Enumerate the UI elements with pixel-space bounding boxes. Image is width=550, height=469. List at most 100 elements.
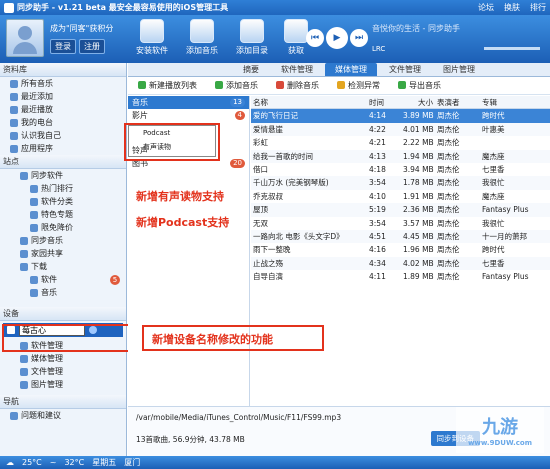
playlist-videos[interactable]: 影片 4: [128, 109, 249, 122]
prev-icon[interactable]: ⏮: [306, 29, 324, 47]
star-icon: [30, 210, 38, 219]
sidebar-item-recent-added[interactable]: 最近添加: [0, 90, 126, 103]
volume-slider[interactable]: [484, 47, 540, 50]
image-icon: [20, 380, 28, 389]
table-cell: 一路向北 电影《头文字D》: [253, 231, 344, 241]
table-row[interactable]: 爱情悬崖 4:22 4.01 MB 周杰伦 叶惠美: [251, 122, 550, 137]
table-cell: 4:11: [369, 272, 386, 282]
forum-link[interactable]: 论坛: [478, 2, 494, 13]
playlist-music[interactable]: 音乐 13: [128, 96, 249, 109]
table-cell: 爱的飞行日记: [253, 111, 298, 121]
table-row[interactable]: 借口 4:18 3.94 MB 周杰伦 七里香: [251, 163, 550, 176]
tab-summary[interactable]: 摘要: [233, 63, 269, 76]
table-row[interactable]: 彩虹 4:21 2.22 MB 周杰伦: [251, 136, 550, 149]
sidebar-item-device-photos[interactable]: 图片管理: [0, 378, 126, 391]
sidebar-item-about-me[interactable]: 认识我自己: [0, 129, 126, 142]
install-icon: [140, 19, 164, 43]
table-cell: 周杰伦: [437, 191, 460, 201]
sidebar-item-hot[interactable]: 热门排行: [0, 182, 126, 195]
table-cell: 1.89 MB: [403, 272, 434, 282]
title-bar: 同步助手 - v1.21 beta 最安全最容易使用的iOS管理工具 论坛 换肤…: [0, 0, 550, 15]
play-icon[interactable]: ▶: [326, 27, 348, 49]
sidebar-item-device-media[interactable]: 媒体管理: [0, 352, 126, 365]
next-icon[interactable]: ⏭: [350, 29, 368, 47]
nav-header: 导航: [0, 395, 126, 409]
sidebar-item-radio[interactable]: 我的电台: [0, 116, 126, 129]
install-app-button[interactable]: 安装软件: [132, 19, 172, 56]
radio-icon: [10, 118, 18, 127]
check-error-button[interactable]: 检测异常: [337, 80, 380, 91]
sidebar-item-free[interactable]: 限免降价: [0, 221, 126, 234]
skin-link[interactable]: 换肤: [504, 2, 520, 13]
add-music-top-button[interactable]: 添加音乐: [182, 19, 222, 56]
login-button[interactable]: 登录: [50, 39, 76, 54]
table-cell: 借口: [253, 164, 268, 174]
add-folder-button[interactable]: 添加目录: [232, 19, 272, 56]
sidebar-item-home-share[interactable]: 家园共享: [0, 247, 126, 260]
sidebar-item-category[interactable]: 软件分类: [0, 195, 126, 208]
folder-icon: [240, 19, 264, 43]
tab-media[interactable]: 媒体管理: [325, 63, 377, 76]
city-link[interactable]: 厦门: [124, 457, 140, 468]
new-playlist-button[interactable]: 新建播放列表: [138, 80, 197, 91]
table-cell: 4:22: [369, 124, 386, 134]
sidebar-item-downloads[interactable]: 下载: [0, 260, 126, 273]
table-cell: 七里香: [482, 164, 505, 174]
annotation-audiobook: 新增有声读物支持: [136, 190, 224, 203]
table-cell: 4:13: [369, 151, 386, 161]
table-row[interactable]: 止战之殇 4:34 4.02 MB 周杰伦 七里香: [251, 256, 550, 271]
sidebar-item-feedback[interactable]: 问题和建议: [0, 409, 126, 422]
tab-apps[interactable]: 软件管理: [271, 63, 323, 76]
lrc-toggle[interactable]: LRC: [372, 45, 385, 53]
table-row[interactable]: 乔克叔叔 4:10 1.91 MB 周杰伦 魔杰座: [251, 190, 550, 203]
table-cell: 十一月的萧邦: [482, 231, 527, 241]
table-row[interactable]: 爱的飞行日记 4:14 3.89 MB 周杰伦 跨时代: [251, 109, 550, 123]
export-music-button[interactable]: 导出音乐: [398, 80, 441, 91]
table-cell: 七里香: [482, 258, 505, 268]
table-cell: 3.94 MB: [403, 164, 434, 174]
register-button[interactable]: 注册: [79, 39, 105, 54]
sidebar-item-dl-software[interactable]: 软件 5: [0, 273, 126, 286]
table-cell: [482, 136, 550, 149]
table-row[interactable]: 屋顶 5:19 2.36 MB 周杰伦 Fantasy Plus: [251, 203, 550, 217]
check-icon: [337, 81, 345, 89]
table-row[interactable]: 给我一首歌的时间 4:13 1.94 MB 周杰伦 魔杰座: [251, 149, 550, 163]
table-row[interactable]: 雨下一整晚 4:16 1.96 MB 周杰伦 跨时代: [251, 243, 550, 256]
download-icon: [284, 19, 308, 43]
table-cell: 雨下一整晚: [253, 245, 291, 255]
user-greeting[interactable]: 成为"同客"获积分: [50, 23, 113, 34]
table-cell: 无双: [253, 218, 268, 228]
table-row[interactable]: 自导自演 4:11 1.89 MB 周杰伦 Fantasy Plus: [251, 270, 550, 283]
sidebar-item-sync-software[interactable]: 同步软件: [0, 169, 126, 182]
delete-music-button[interactable]: 删除音乐: [276, 80, 319, 91]
clock-icon: [10, 92, 18, 101]
now-playing: 音悦你的生活 - 同步助手: [372, 24, 460, 33]
sidebar-item-sync-music[interactable]: 同步音乐: [0, 234, 126, 247]
tab-files[interactable]: 文件管理: [379, 63, 431, 76]
sidebar-item-all-music[interactable]: 所有音乐: [0, 77, 126, 90]
table-row[interactable]: 一路向北 电影《头文字D》 4:51 4.45 MB 周杰伦 十一月的萧邦: [251, 229, 550, 244]
table-row[interactable]: 无双 3:54 3.57 MB 周杰伦 我很忙: [251, 217, 550, 230]
music-icon: [10, 79, 18, 88]
table-cell: 周杰伦: [437, 111, 460, 121]
add-music-button[interactable]: 添加音乐: [215, 80, 258, 91]
avatar[interactable]: [6, 19, 44, 57]
sidebar-item-recent-played[interactable]: 最近播放: [0, 103, 126, 116]
grid-icon: [30, 197, 38, 206]
table-cell: 4:18: [369, 164, 386, 174]
sidebar-item-topics[interactable]: 特色专题: [0, 208, 126, 221]
table-cell: 魔杰座: [482, 191, 505, 201]
rank-link[interactable]: 排行: [530, 2, 546, 13]
table-cell: 3.89 MB: [403, 111, 434, 121]
sidebar-item-dl-music[interactable]: 音乐: [0, 286, 126, 299]
chat-icon: [10, 411, 18, 420]
sidebar-item-device-files[interactable]: 文件管理: [0, 365, 126, 378]
table-cell: 4.01 MB: [403, 124, 434, 134]
tag-icon: [30, 223, 38, 232]
sidebar-item-apps[interactable]: 应用程序: [0, 142, 126, 155]
tab-photos[interactable]: 图片管理: [433, 63, 485, 76]
annotation-podcast: 新增Podcast支持: [136, 216, 230, 229]
popup-highlight-box: [124, 123, 220, 161]
table-row[interactable]: 千山万水 (完美钢琴版) 3:54 1.78 MB 周杰伦 我很忙: [251, 176, 550, 190]
table-cell: 千山万水 (完美钢琴版): [253, 178, 329, 188]
